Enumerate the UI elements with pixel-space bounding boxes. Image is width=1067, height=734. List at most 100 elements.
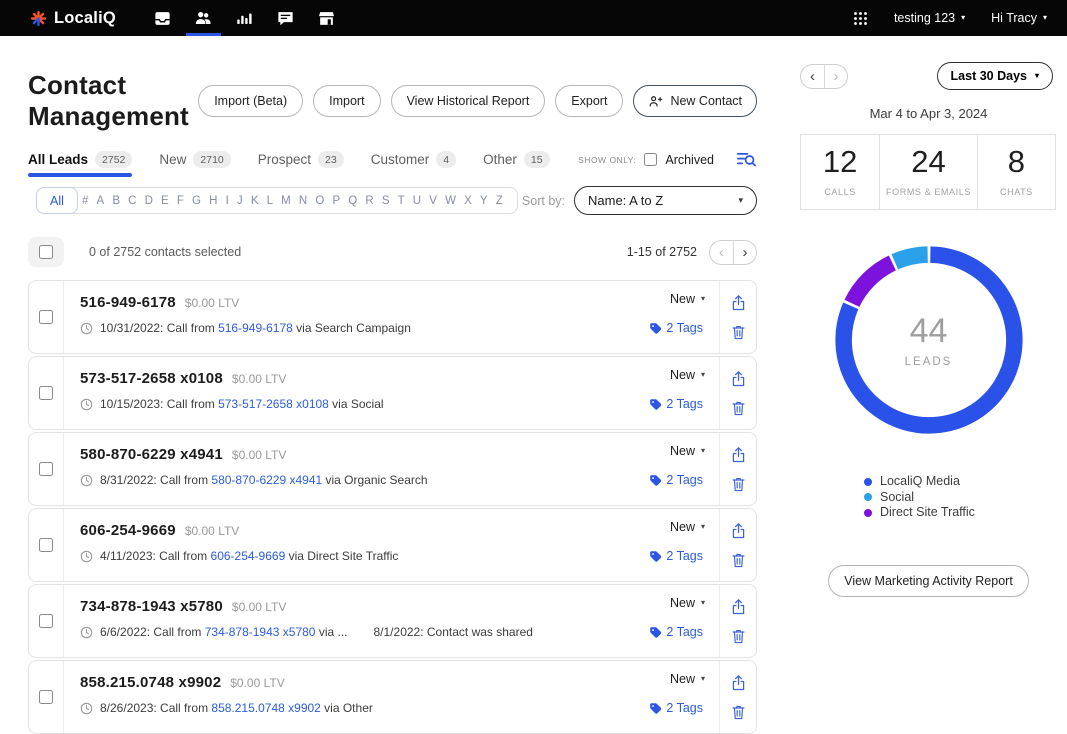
tags-link[interactable]: 2 Tags <box>649 473 703 487</box>
alpha-filter-all[interactable]: All <box>36 187 78 214</box>
contact-name[interactable]: 606-254-9669 <box>80 522 176 539</box>
alpha-filter-letter[interactable]: A <box>97 195 105 207</box>
share-icon[interactable] <box>731 371 746 387</box>
alpha-filter-letter[interactable]: C <box>128 195 136 207</box>
alpha-filter-letter[interactable]: W <box>445 195 456 207</box>
next-period-button[interactable]: › <box>824 64 847 89</box>
alpha-filter-letter[interactable]: I <box>226 195 229 207</box>
status-dropdown[interactable]: New▾ <box>670 672 705 686</box>
delete-icon[interactable] <box>731 476 746 492</box>
delete-icon[interactable] <box>731 552 746 568</box>
alpha-filter-letter[interactable]: J <box>237 195 243 207</box>
contact-name[interactable]: 573-517-2658 x0108 <box>80 370 223 387</box>
import-button[interactable]: Import <box>313 85 380 117</box>
contact-phone-link[interactable]: 606-254-9669 <box>211 549 286 563</box>
contact-phone-link[interactable]: 858.215.0748 x9902 <box>211 701 320 715</box>
row-checkbox[interactable] <box>39 310 53 324</box>
select-all-checkbox[interactable] <box>39 245 53 259</box>
period-dropdown[interactable]: Last 30 Days ▾ <box>937 62 1053 90</box>
status-dropdown[interactable]: New▾ <box>670 520 705 534</box>
import-beta-button[interactable]: Import (Beta) <box>198 85 303 117</box>
delete-icon[interactable] <box>731 704 746 720</box>
brand[interactable]: LocaliQ <box>30 9 116 28</box>
alpha-filter-letter[interactable]: O <box>315 195 324 207</box>
app-grid-icon[interactable] <box>853 11 868 26</box>
alpha-filter-letter[interactable]: N <box>299 195 307 207</box>
contact-phone-link[interactable]: 580-870-6229 x4941 <box>211 473 322 487</box>
reports-nav-icon[interactable] <box>224 0 265 36</box>
share-icon[interactable] <box>731 447 746 463</box>
contact-phone-link[interactable]: 734-878-1943 x5780 <box>205 625 316 639</box>
share-icon[interactable] <box>731 675 746 691</box>
alpha-filter-letter[interactable]: Q <box>348 195 357 207</box>
alpha-filter-letter[interactable]: E <box>161 195 169 207</box>
new-contact-button[interactable]: New Contact <box>633 85 757 117</box>
tags-link[interactable]: 2 Tags <box>649 625 703 639</box>
alpha-filter-letter[interactable]: X <box>464 195 472 207</box>
status-dropdown[interactable]: New▾ <box>670 292 705 306</box>
contact-phone-link[interactable]: 516-949-6178 <box>218 321 293 335</box>
archived-checkbox[interactable] <box>644 153 657 166</box>
delete-icon[interactable] <box>731 400 746 416</box>
inbox-nav-icon[interactable] <box>142 0 183 36</box>
alpha-filter-letter[interactable]: F <box>177 195 184 207</box>
contact-name[interactable]: 858.215.0748 x9902 <box>80 674 221 691</box>
alpha-filter-letter[interactable]: Z <box>496 195 503 207</box>
export-button[interactable]: Export <box>555 85 623 117</box>
account-dropdown[interactable]: testing 123▾ <box>894 11 965 25</box>
alpha-filter-letter[interactable]: S <box>382 195 390 207</box>
tags-link[interactable]: 2 Tags <box>649 397 703 411</box>
alpha-filter-letter[interactable]: K <box>251 195 259 207</box>
alpha-filter-letter[interactable]: U <box>413 195 421 207</box>
prev-page-button[interactable]: ‹ <box>710 240 733 265</box>
tab-all-leads[interactable]: All Leads2752 <box>28 151 132 177</box>
contact-name[interactable]: 734-878-1943 x5780 <box>80 598 223 615</box>
alpha-filter-letter[interactable]: H <box>209 195 217 207</box>
alpha-filter-letter[interactable]: R <box>365 195 373 207</box>
alpha-filter-letter[interactable]: T <box>398 195 405 207</box>
alpha-filter-letter[interactable]: P <box>332 195 340 207</box>
tags-link[interactable]: 2 Tags <box>649 701 703 715</box>
row-checkbox[interactable] <box>39 690 53 704</box>
messages-nav-icon[interactable] <box>265 0 306 36</box>
alpha-filter-letter[interactable]: G <box>192 195 201 207</box>
sort-dropdown[interactable]: Name: A to Z ▾ <box>574 186 757 215</box>
row-checkbox[interactable] <box>39 614 53 628</box>
contact-name[interactable]: 580-870-6229 x4941 <box>80 446 223 463</box>
contact-phone-link[interactable]: 573-517-2658 x0108 <box>218 397 329 411</box>
alpha-filter-letter[interactable]: L <box>267 195 273 207</box>
share-icon[interactable] <box>731 599 746 615</box>
tags-link[interactable]: 2 Tags <box>649 321 703 335</box>
delete-icon[interactable] <box>731 628 746 644</box>
user-menu-dropdown[interactable]: Hi Tracy▾ <box>991 11 1047 25</box>
view-historical-report-button[interactable]: View Historical Report <box>391 85 546 117</box>
storefront-nav-icon[interactable] <box>306 0 347 36</box>
share-icon[interactable] <box>731 523 746 539</box>
row-checkbox[interactable] <box>39 386 53 400</box>
alpha-filter-letter[interactable]: D <box>145 195 153 207</box>
brand-name: LocaliQ <box>54 9 116 28</box>
alpha-filter-letter[interactable]: Y <box>480 195 488 207</box>
next-page-button[interactable]: › <box>733 240 756 265</box>
row-checkbox[interactable] <box>39 462 53 476</box>
alpha-filter-letter[interactable]: B <box>112 195 120 207</box>
tab-customer[interactable]: Customer4 <box>371 151 456 177</box>
contacts-nav-icon[interactable] <box>183 0 224 36</box>
tags-link[interactable]: 2 Tags <box>649 549 703 563</box>
status-dropdown[interactable]: New▾ <box>670 596 705 610</box>
tab-other[interactable]: Other15 <box>483 151 549 177</box>
view-marketing-activity-report-button[interactable]: View Marketing Activity Report <box>828 565 1029 597</box>
status-dropdown[interactable]: New▾ <box>670 444 705 458</box>
prev-period-button[interactable]: ‹ <box>801 64 824 89</box>
row-checkbox[interactable] <box>39 538 53 552</box>
alpha-filter-letter[interactable]: # <box>82 195 88 207</box>
contact-name[interactable]: 516-949-6178 <box>80 294 176 311</box>
tab-new[interactable]: New2710 <box>159 151 230 177</box>
alpha-filter-letter[interactable]: V <box>429 195 437 207</box>
alpha-filter-letter[interactable]: M <box>281 195 291 207</box>
delete-icon[interactable] <box>731 324 746 340</box>
filter-search-icon[interactable] <box>736 150 757 169</box>
share-icon[interactable] <box>731 295 746 311</box>
tab-prospect[interactable]: Prospect23 <box>258 151 344 177</box>
status-dropdown[interactable]: New▾ <box>670 368 705 382</box>
